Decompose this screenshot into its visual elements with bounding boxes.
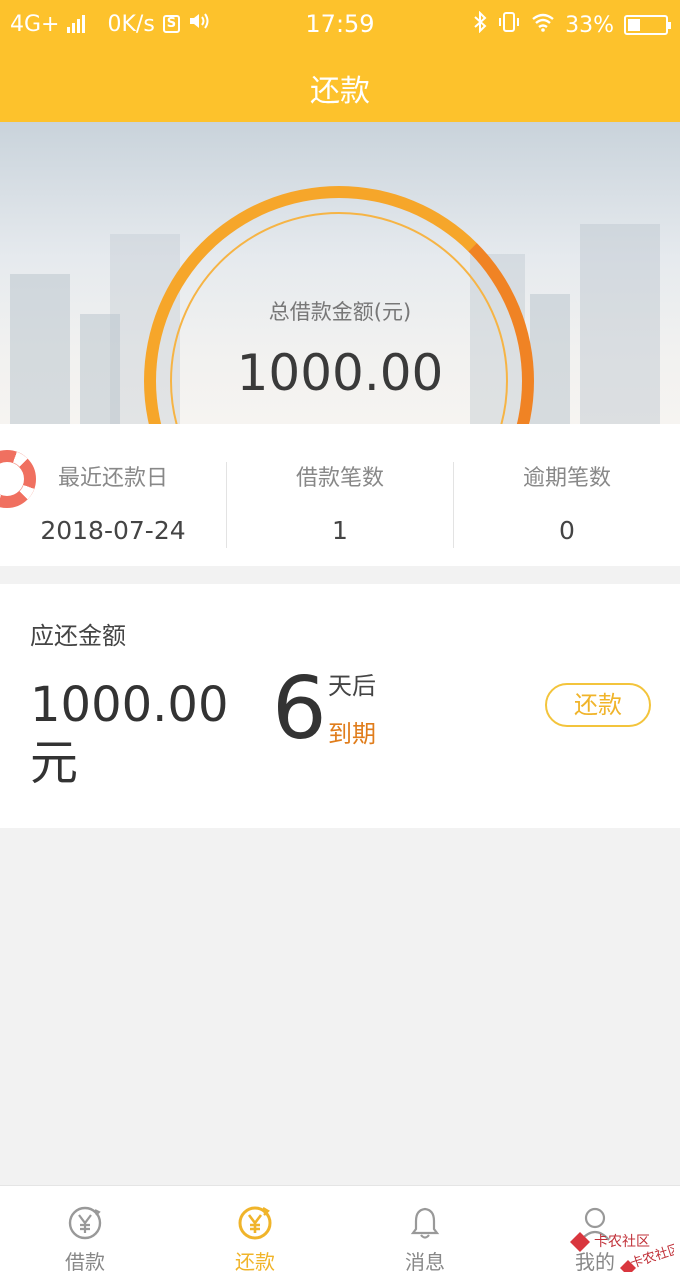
loan-stats: 最近还款日 2018-07-24 借款笔数 1 逾期笔数 0 [0,424,680,566]
tab-repay[interactable]: 还款 [170,1186,340,1280]
days-suffix: 天后 [328,672,376,700]
yen-refresh-icon [236,1204,274,1242]
stat-label: 最近还款日 [57,466,168,491]
title-bar: 还款 [0,48,680,122]
total-loan-amount: 1000.00 [236,344,444,402]
stat-label: 借款笔数 [295,466,384,491]
status-bar: 4G+ 0K/s S 17:59 33% [0,0,680,48]
amount-due-value: 1000.00元 [30,677,229,791]
yen-circle-icon [66,1204,104,1242]
svg-text:卡农社区: 卡农社区 [594,1234,650,1250]
repay-button[interactable]: 还款 [545,683,651,727]
vibrate-icon [497,11,521,39]
watermark-logo: 卡农社区 卡农社区 [566,1222,680,1276]
tab-label: 借款 [65,1250,105,1274]
battery-icon [624,15,671,35]
tab-label: 还款 [235,1250,275,1274]
stat-last-repay-date: 最近还款日 2018-07-24 [0,460,226,545]
total-loan-caption: 总借款金额(元) [268,300,412,324]
stat-label: 逾期笔数 [522,466,611,491]
tab-borrow[interactable]: 借款 [0,1186,170,1280]
wifi-icon [531,12,555,38]
stat-overdue-count: 逾期笔数 0 [454,460,680,545]
tab-messages[interactable]: 消息 [340,1186,510,1280]
bluetooth-icon [473,10,487,39]
tab-label: 消息 [405,1250,445,1274]
due-word: 到期 [328,720,376,748]
stat-value: 2018-07-24 [40,516,186,545]
summary-hero: 总借款金额(元) 1000.00 [0,122,680,424]
amount-due-card: 应还金额 1000.00元 6 天后 到期 还款 [0,584,680,828]
battery-percent: 33% [565,12,614,38]
stat-loan-count: 借款笔数 1 [227,460,453,545]
amount-due-label: 应还金额 [30,622,126,650]
battery-fill [628,19,640,31]
stat-value: 1 [332,516,348,545]
page-title: 还款 [310,74,370,109]
stat-value: 0 [559,516,575,545]
days-remaining: 6 [272,659,327,759]
bell-icon [406,1204,444,1242]
